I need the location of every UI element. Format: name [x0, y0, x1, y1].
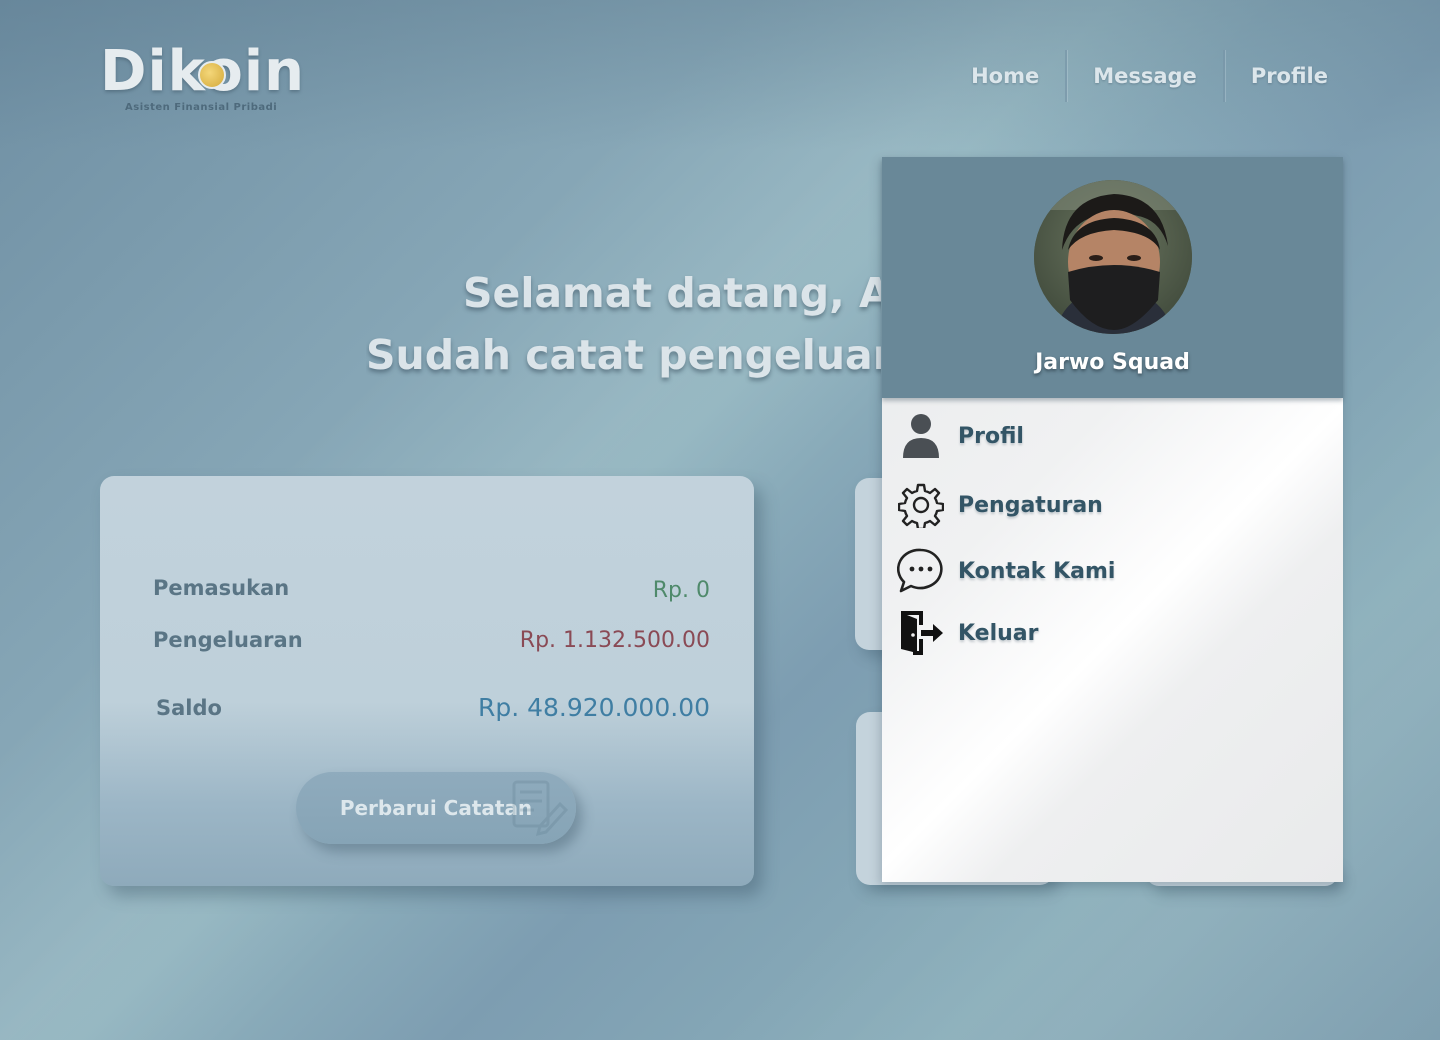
balance-summary-card: Pemasukan Rp. 0 Pengeluaran Rp. 1.132.50…: [100, 476, 754, 886]
gear-icon: [896, 480, 946, 530]
update-records-button[interactable]: Perbarui Catatan: [296, 772, 576, 844]
profile-dropdown: Jarwo Squad Profil Pengaturan Kontak Kam…: [882, 157, 1343, 882]
chat-icon: [896, 546, 946, 596]
menu-label-kontak-kami: Kontak Kami: [958, 558, 1116, 584]
welcome-greeting: Selamat datang, Ar: [463, 269, 881, 317]
logout-icon: [896, 608, 946, 658]
profile-header: Jarwo Squad: [882, 157, 1343, 398]
coin-icon: [198, 61, 226, 89]
note-edit-icon: [512, 780, 568, 837]
update-records-label: Perbarui Catatan: [339, 796, 533, 820]
welcome-message: Selamat datang, Ar Sudah catat pengeluar…: [366, 262, 881, 392]
menu-item-profil[interactable]: Profil: [896, 410, 1024, 462]
nav-message[interactable]: Message: [1067, 48, 1223, 104]
expense-label: Pengeluaran: [153, 628, 303, 652]
menu-label-pengaturan: Pengaturan: [958, 492, 1103, 518]
balance-value: Rp. 48.920.000.00: [477, 693, 710, 722]
menu-item-kontak-kami[interactable]: Kontak Kami: [896, 545, 1115, 597]
user-name: Jarwo Squad: [1035, 350, 1190, 375]
user-icon: [896, 411, 946, 461]
brand-logo[interactable]: Dikoin Asisten Finansial Pribadi: [100, 40, 304, 120]
expense-value: Rp. 1.132.500.00: [519, 628, 710, 653]
income-value: Rp. 0: [652, 578, 710, 603]
menu-label-profil: Profil: [958, 423, 1024, 449]
nav-home[interactable]: Home: [945, 48, 1065, 104]
avatar-photo: [1034, 180, 1192, 334]
menu-label-keluar: Keluar: [958, 620, 1039, 646]
nav-profile[interactable]: Profile: [1225, 48, 1354, 104]
menu-item-keluar[interactable]: Keluar: [896, 607, 1038, 659]
welcome-prompt: Sudah catat pengeluaran: [366, 331, 881, 379]
brand-tagline: Asisten Finansial Pribadi: [125, 102, 278, 113]
avatar[interactable]: [1034, 180, 1192, 334]
menu-item-pengaturan[interactable]: Pengaturan: [896, 479, 1103, 531]
balance-label: Saldo: [156, 696, 222, 720]
top-nav: Home Message Profile: [945, 48, 1354, 104]
income-label: Pemasukan: [153, 576, 290, 600]
